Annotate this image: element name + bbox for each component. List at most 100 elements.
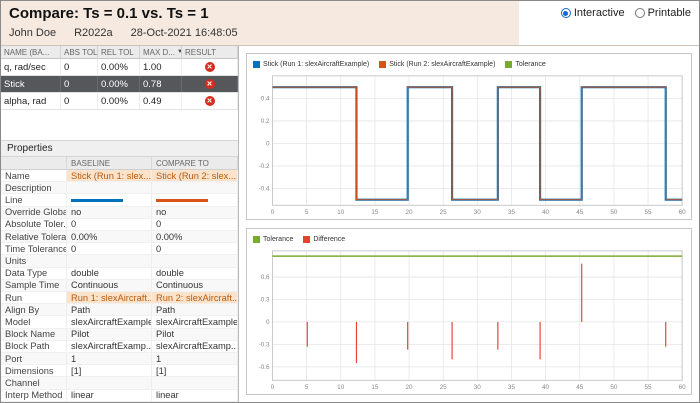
property-row: Override Globa...nono: [1, 206, 238, 219]
properties-column-baseline: BASELINE: [67, 157, 152, 170]
baseline-value: Run 1: slexAircraft...: [67, 292, 152, 304]
signal-abs-tol: 0: [61, 93, 98, 109]
svg-text:0: 0: [266, 319, 270, 326]
svg-text:40: 40: [542, 209, 550, 216]
signal-rel-tol: 0.00%: [98, 59, 140, 75]
release-version: R2022a: [74, 27, 113, 39]
compare-value: 0: [152, 218, 238, 231]
legend-label: Tolerance: [263, 235, 294, 243]
svg-text:5: 5: [305, 384, 309, 391]
property-label: Line: [1, 194, 67, 206]
svg-text:60: 60: [679, 384, 687, 391]
radio-selected-icon: [560, 8, 571, 18]
difference-chart-legend: Tolerance Difference: [249, 230, 689, 246]
baseline-value: linear: [67, 389, 152, 401]
comparison-plot[interactable]: 0 5 10 15 20 25 30 35 40 45 50 55 60 0.4 0.2 0 -0.2 -0.4: [249, 71, 689, 217]
main-area: NAME (BA... ABS TOLREL TOL MAX D...▼RESULT…: [1, 46, 699, 402]
svg-text:25: 25: [440, 384, 448, 391]
report-timestamp: 28-Oct-2021 16:48:05: [130, 27, 238, 39]
signal-result: ✕: [182, 93, 238, 109]
signal-abs-tol: 0: [61, 59, 98, 75]
svg-text:15: 15: [371, 209, 379, 216]
property-label: Interp Method: [1, 389, 67, 401]
svg-text:20: 20: [406, 384, 414, 391]
report-header: Compare: Ts = 0.1 vs. Ts = 1 John Doe R2…: [1, 1, 699, 46]
property-label: Model: [1, 316, 67, 328]
baseline-value: 1: [67, 353, 152, 365]
report-meta: John Doe R2022a 28-Oct-2021 16:48:05: [9, 27, 511, 39]
baseline-value: 0.00%: [67, 231, 152, 243]
difference-plot-svg[interactable]: 0 5 10 15 20 25 30 35 40 45 50 55 60 0.6 0.3 0 -0.3 -0.6: [249, 246, 689, 392]
compare-value: 0: [152, 243, 238, 255]
column-header-label: RESULT: [185, 47, 216, 57]
column-header-rel-tol[interactable]: REL TOL: [98, 46, 140, 59]
baseline-value: Continuous: [67, 279, 152, 292]
signal-rel-tol: 0.00%: [98, 93, 140, 109]
property-row: Sample Time Continuous Continuous: [1, 279, 238, 293]
legend-swatch: [253, 60, 260, 68]
baseline-value: 0: [67, 243, 152, 255]
legend-item: Stick (Run 2: slexAircraftExample): [379, 60, 495, 68]
svg-text:60: 60: [679, 209, 687, 216]
baseline-value: slexAircraftExample: [67, 316, 152, 328]
svg-text:50: 50: [610, 209, 618, 216]
baseline-value: [67, 377, 152, 389]
svg-text:45: 45: [576, 384, 584, 391]
user-name: John Doe: [9, 27, 57, 39]
properties-column-label: [1, 157, 67, 170]
properties-table-header: BASELINE COMPARE TO: [1, 157, 238, 170]
column-header-result[interactable]: RESULT: [182, 46, 238, 59]
comparison-plot-svg[interactable]: 0 5 10 15 20 25 30 35 40 45 50 55 60 0.4 0.2 0 -0.2 -0.4: [249, 71, 689, 217]
compare-value: [152, 182, 238, 194]
svg-text:-0.6: -0.6: [259, 364, 270, 371]
svg-text:10: 10: [337, 384, 345, 391]
column-header-label: REL TOL: [101, 47, 134, 57]
column-header-abs-tol[interactable]: ABS TOL: [61, 46, 98, 59]
property-row: Relative Tolera...0.00%0.00%: [1, 231, 238, 244]
compare-value: linear: [152, 389, 238, 401]
baseline-value: Pilot: [67, 328, 152, 340]
compare-value: Pilot: [152, 328, 238, 340]
property-row: Dimensions [1] [1]: [1, 365, 238, 378]
svg-text:10: 10: [337, 209, 345, 216]
compare-value: Continuous: [152, 279, 238, 292]
property-row: Model slexAircraftExample slexAircraftExam…: [1, 316, 238, 329]
legend-label: Stick (Run 1: slexAircraftExample): [263, 60, 370, 68]
signal-max-diff: 0.49: [140, 93, 182, 109]
signal-row[interactable]: Stick 0 0.00% 0.78 ✕: [1, 76, 238, 93]
signal-max-diff: 0.78: [140, 76, 182, 92]
compare-value: [152, 377, 238, 389]
property-label: Block Name: [1, 328, 67, 340]
compare-value: 1: [152, 353, 238, 365]
property-row: Port 1 1: [1, 353, 238, 366]
property-label: Data Type: [1, 267, 67, 279]
svg-text:0: 0: [271, 384, 275, 391]
difference-plot[interactable]: 0 5 10 15 20 25 30 35 40 45 50 55 60 0.6 0.3 0 -0.3 -0.6: [249, 246, 689, 392]
signal-row[interactable]: q, rad/sec 0 0.00% 1.00 ✕: [1, 59, 238, 76]
property-row: Line: [1, 194, 238, 207]
property-label: Align By: [1, 304, 67, 316]
printable-radio[interactable]: Printable: [634, 7, 691, 19]
signal-rel-tol: 0.00%: [98, 76, 140, 92]
signal-name: Stick: [1, 76, 61, 92]
compare-value: [152, 194, 238, 206]
legend-label: Tolerance: [515, 60, 546, 68]
column-header-max-d-[interactable]: MAX D...▼: [140, 46, 182, 59]
column-header-name-ba-[interactable]: NAME (BA...: [1, 46, 61, 59]
signal-row[interactable]: alpha, rad 0 0.00% 0.49 ✕: [1, 93, 238, 110]
signal-name: q, rad/sec: [1, 59, 61, 75]
comparison-chart-legend: Stick (Run 1: slexAircraftExample) Stick …: [249, 55, 689, 71]
interactive-radio[interactable]: Interactive: [560, 7, 625, 19]
svg-text:-0.3: -0.3: [259, 341, 270, 348]
property-label: Run: [1, 292, 67, 304]
property-row: Units: [1, 255, 238, 268]
baseline-value: Stick (Run 1: slex...: [67, 170, 152, 182]
property-label: Absolute Toler...: [1, 218, 67, 231]
property-label: Sample Time: [1, 279, 67, 292]
svg-text:20: 20: [406, 209, 414, 216]
legend-swatch: [303, 235, 311, 243]
legend-swatch: [253, 235, 260, 243]
property-row: Channel: [1, 377, 238, 390]
compare-value: Path: [152, 304, 238, 316]
legend-item: Stick (Run 1: slexAircraftExample): [253, 60, 370, 68]
